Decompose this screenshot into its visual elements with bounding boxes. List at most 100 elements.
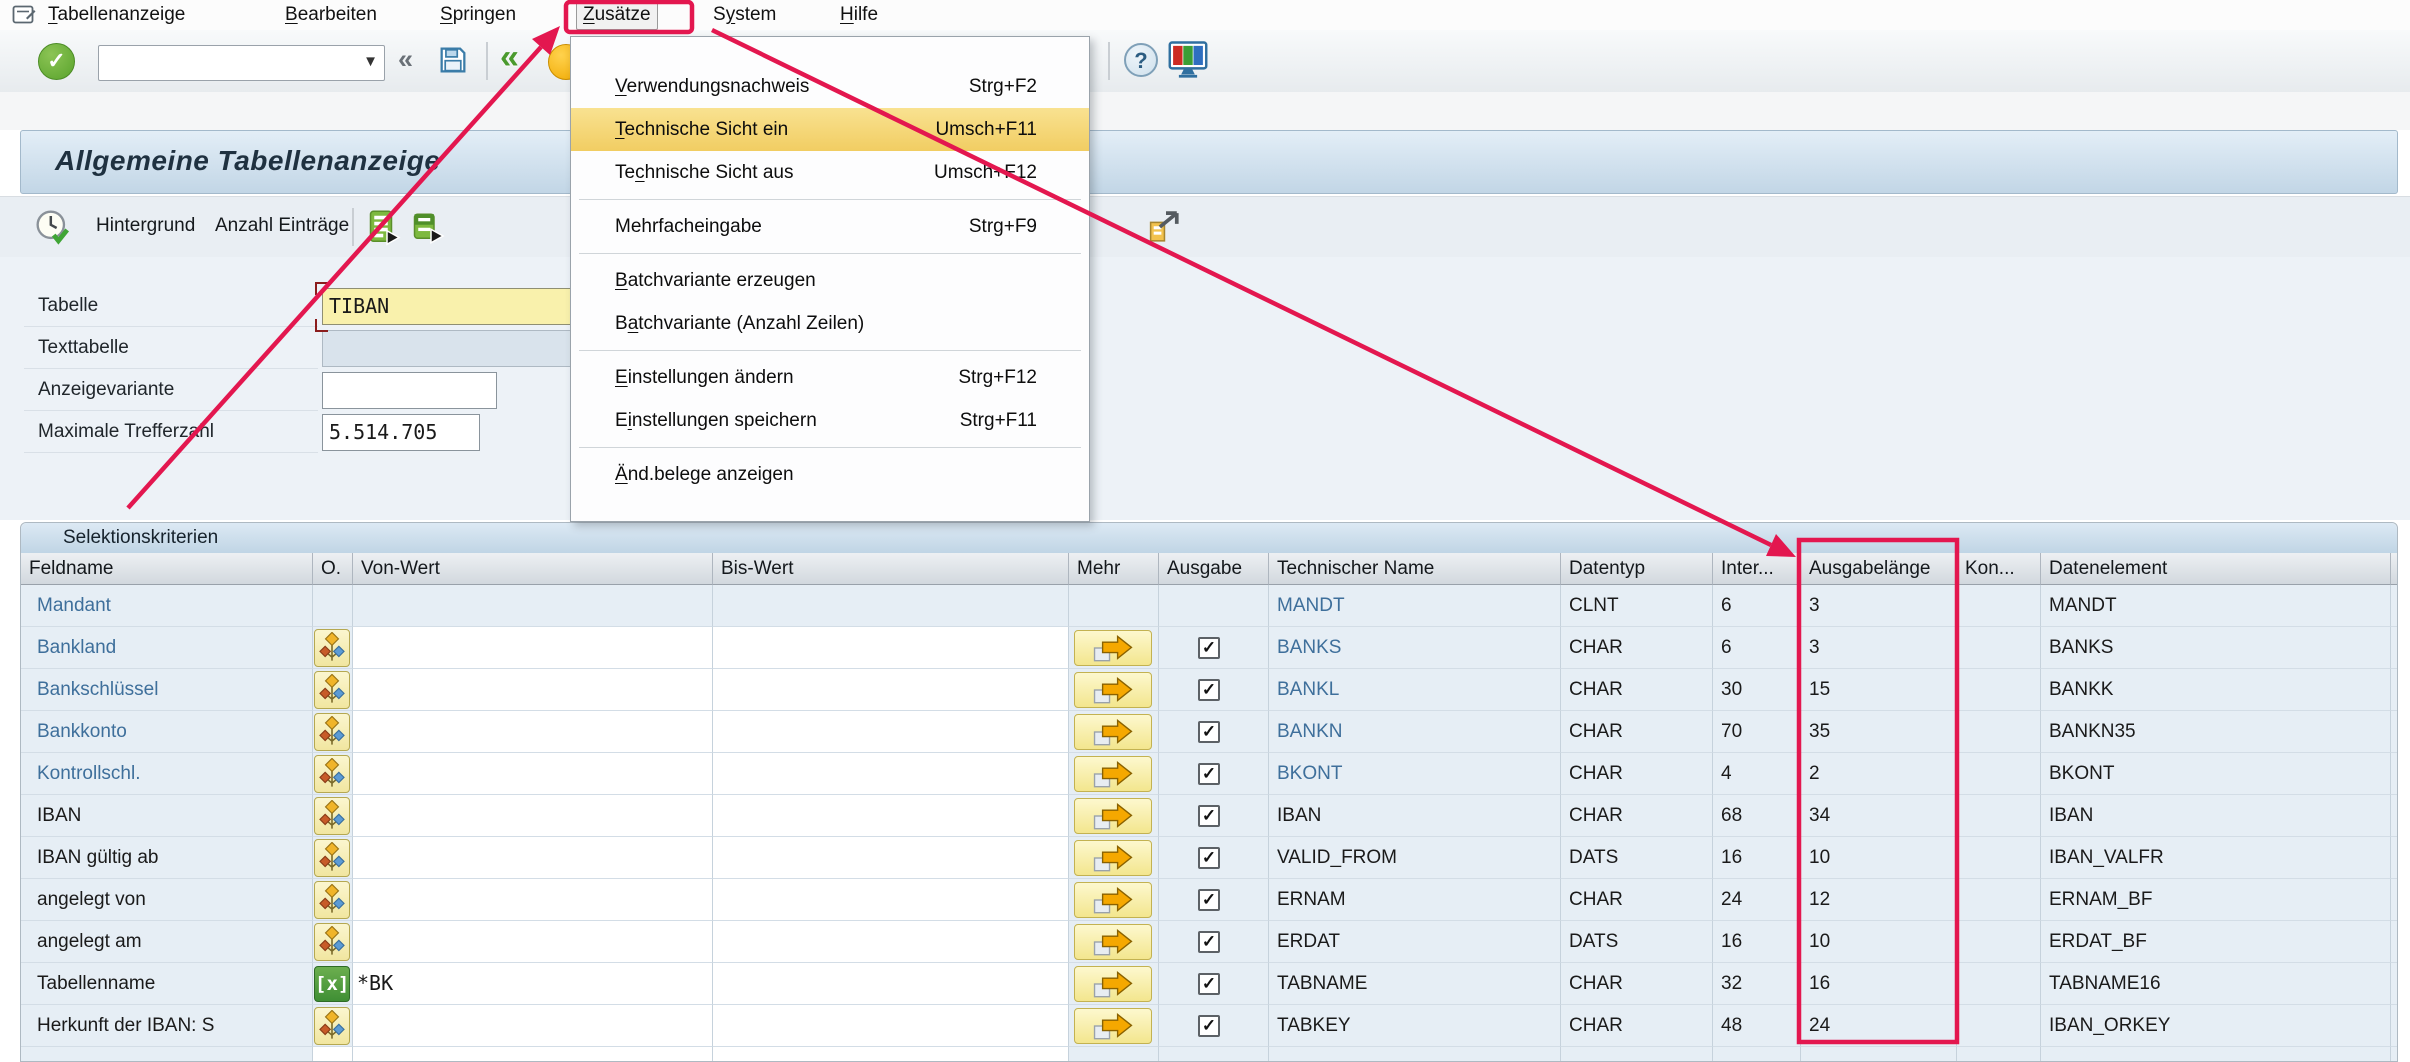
cell-von[interactable] [353, 753, 713, 795]
column-header-ausgabe[interactable]: Ausgabe [1159, 553, 1269, 585]
column-header-datenelement[interactable]: Datenelement [2041, 553, 2391, 585]
cell-opt[interactable] [313, 1047, 353, 1062]
cell-von[interactable] [353, 627, 713, 669]
multiple-selection-button[interactable] [1074, 630, 1152, 666]
cell-bis[interactable] [713, 795, 1069, 837]
selection-option-button[interactable] [314, 755, 350, 793]
dropdown-item-mehrfacheingabe[interactable]: MehrfacheingabeStrg+F9 [571, 205, 1089, 248]
column-header-datentyp[interactable]: Datentyp [1561, 553, 1713, 585]
output-checkbox[interactable]: ✓ [1198, 1015, 1220, 1037]
selection-option-button[interactable] [314, 839, 350, 877]
cell-von[interactable] [353, 1005, 713, 1047]
dropdown-item-batchvariante-anzahl-zeilen-[interactable]: Batchvariante (Anzahl Zeilen) [571, 302, 1089, 345]
cell-bis[interactable] [713, 837, 1069, 879]
selection-option-button[interactable] [314, 713, 350, 751]
dropdown-item-einstellungen-ndern[interactable]: Einstellungen ändernStrg+F12 [571, 356, 1089, 399]
technical-name[interactable]: BKONT [1269, 753, 1560, 794]
cell-bis[interactable] [713, 669, 1069, 711]
command-input[interactable] [103, 49, 347, 77]
menu-item-zus-tze[interactable]: Zusätze [576, 0, 658, 30]
multiple-selection-button[interactable] [1074, 798, 1152, 834]
cell-bis[interactable] [713, 1047, 1069, 1062]
field-name[interactable]: Mandant [21, 585, 312, 626]
back-icon[interactable]: « [500, 38, 519, 77]
cell-von[interactable] [353, 1047, 713, 1062]
cell-bis[interactable] [713, 921, 1069, 963]
dropdown-item-batchvariante-erzeugen[interactable]: Batchvariante erzeugen [571, 259, 1089, 302]
output-checkbox[interactable]: ✓ [1198, 973, 1220, 995]
execute-clock-icon[interactable] [34, 208, 72, 252]
output-checkbox[interactable]: ✓ [1198, 931, 1220, 953]
exclude-pattern-button[interactable]: [x] [314, 966, 350, 1002]
command-field[interactable]: ▼ [98, 45, 385, 81]
output-checkbox[interactable]: ✓ [1198, 679, 1220, 701]
menu-item-bearbeiten[interactable]: Bearbeiten [285, 0, 377, 30]
save-icon[interactable] [436, 43, 470, 83]
von-wert-value[interactable]: *BK [353, 963, 712, 1004]
list-fields-icon[interactable] [366, 208, 402, 252]
cell-von[interactable] [353, 837, 713, 879]
menu-item-system[interactable]: System [713, 0, 776, 30]
command-dropdown-icon[interactable]: ▼ [363, 53, 378, 70]
multiple-selection-button[interactable] [1074, 966, 1152, 1002]
multiple-selection-button[interactable] [1074, 714, 1152, 750]
cell-bis[interactable] [713, 711, 1069, 753]
selection-option-button[interactable] [314, 923, 350, 961]
selection-option-button[interactable] [314, 1007, 350, 1045]
column-header-feldname[interactable]: Feldname [21, 553, 313, 585]
cell-bis[interactable] [713, 753, 1069, 795]
technical-name[interactable]: MANDT [1269, 585, 1560, 626]
cell-bis[interactable] [713, 879, 1069, 921]
output-checkbox[interactable]: ✓ [1198, 637, 1220, 659]
cell-von[interactable] [353, 879, 713, 921]
selection-option-button[interactable] [314, 881, 350, 919]
output-checkbox[interactable]: ✓ [1198, 889, 1220, 911]
help-icon[interactable]: ? [1124, 43, 1158, 77]
field-name[interactable]: Bankkonto [21, 711, 312, 752]
multiple-selection-button[interactable] [1074, 672, 1152, 708]
dropdown-item--nd-belege-anzeigen[interactable]: Änd.belege anzeigen [571, 453, 1089, 496]
dropdown-item-verwendungsnachweis[interactable]: VerwendungsnachweisStrg+F2 [571, 65, 1089, 108]
anzeigevariante-field[interactable] [322, 372, 497, 409]
enter-button[interactable]: ✓ [38, 43, 75, 80]
field-name[interactable]: Bankland [21, 627, 312, 668]
column-header-von-wert[interactable]: Von-Wert [353, 553, 713, 585]
column-header-bis-wert[interactable]: Bis-Wert [713, 553, 1069, 585]
multiple-selection-button[interactable] [1074, 756, 1152, 792]
field-name[interactable]: Bankschlüssel [21, 669, 312, 710]
layout-monitor-icon[interactable] [1168, 41, 1208, 85]
multiple-selection-button[interactable] [1074, 1008, 1152, 1044]
selection-option-button[interactable] [314, 797, 350, 835]
multiple-selection-button[interactable] [1074, 924, 1152, 960]
column-header-kon-[interactable]: Kon... [1957, 553, 2041, 585]
output-checkbox[interactable]: ✓ [1198, 763, 1220, 785]
technical-name[interactable]: BANKL [1269, 669, 1560, 710]
column-header-inter-[interactable]: Inter... [1713, 553, 1801, 585]
list-selection-icon[interactable] [410, 208, 446, 252]
field-name[interactable]: Kontrollschl. [21, 753, 312, 794]
column-header-ausgabel-nge[interactable]: Ausgabelänge [1801, 553, 1957, 585]
column-header-technischer-name[interactable]: Technischer Name [1269, 553, 1561, 585]
cell-von[interactable]: *BK [353, 963, 713, 1005]
cell-von[interactable] [353, 921, 713, 963]
selection-option-button[interactable] [314, 629, 350, 667]
cell-von[interactable] [353, 711, 713, 753]
multiple-selection-button[interactable] [1074, 882, 1152, 918]
dropdown-item-einstellungen-speichern[interactable]: Einstellungen speichernStrg+F11 [571, 399, 1089, 442]
maximale-trefferzahl-field[interactable]: 5.514.705 [322, 414, 480, 451]
background-button[interactable]: Hintergrund [96, 197, 195, 257]
menu-item-tabellenanzeige[interactable]: Tabellenanzeige [48, 0, 185, 30]
column-header-o-[interactable]: O. [313, 553, 353, 585]
column-header-filler[interactable] [2391, 553, 2398, 585]
cell-von[interactable] [353, 795, 713, 837]
technical-name[interactable]: BANKN [1269, 711, 1560, 752]
column-header-mehr[interactable]: Mehr [1069, 553, 1159, 585]
output-checkbox[interactable]: ✓ [1198, 805, 1220, 827]
multiple-selection-button[interactable] [1074, 840, 1152, 876]
menu-item-springen[interactable]: Springen [440, 0, 516, 30]
collapse-toolbar-icon[interactable]: « [398, 44, 413, 75]
dropdown-item-technische-sicht-ein[interactable]: Technische Sicht einUmsch+F11 [571, 108, 1089, 151]
cell-von[interactable] [353, 669, 713, 711]
dropdown-item-technische-sicht-aus[interactable]: Technische Sicht ausUmsch+F12 [571, 151, 1089, 194]
where-used-icon[interactable] [1146, 207, 1186, 253]
